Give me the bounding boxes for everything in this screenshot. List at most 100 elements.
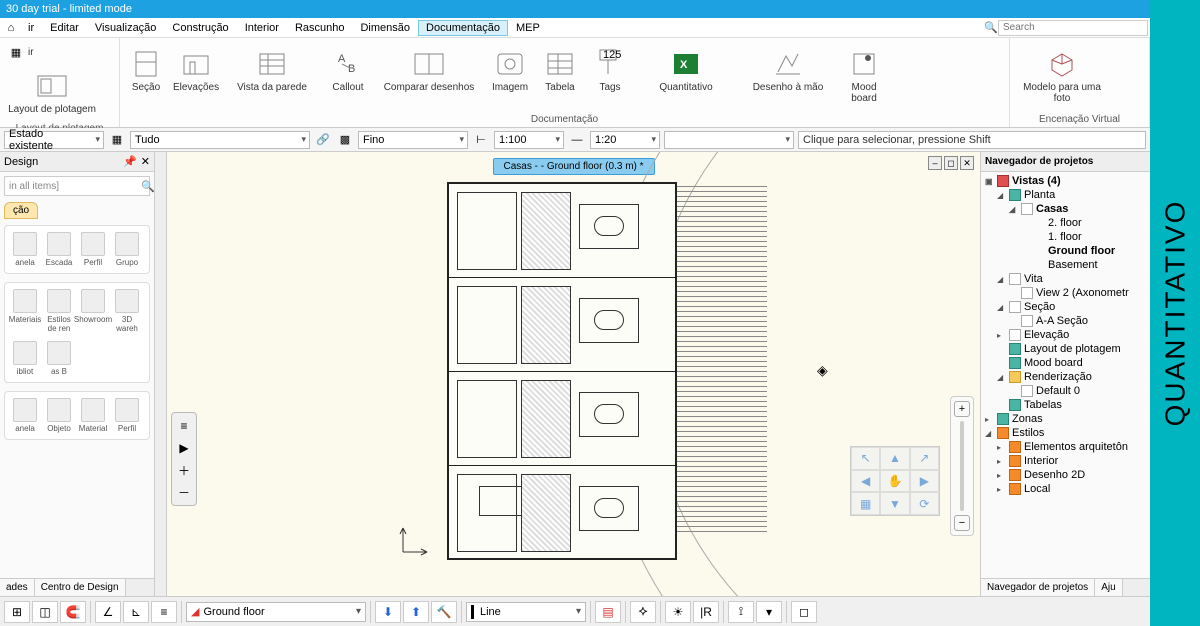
menu-item-construção[interactable]: Construção [164,20,236,36]
pin-icon[interactable]: 📌 [123,155,137,168]
menu-item-editar[interactable]: Editar [42,20,87,36]
svg-text:X: X [680,59,688,71]
scale2-combo[interactable]: 1:20 [590,131,660,149]
r-icon[interactable]: |R [693,601,719,623]
list-icon[interactable]: ≡ [174,415,194,437]
scale1-combo[interactable]: 1:100 [494,131,564,149]
hammer-icon[interactable]: 🔨 [431,601,457,623]
palette-btn[interactable]: ibliot [9,339,41,378]
menu-bar: ⌂ irEditarVisualizaçãoConstruçãoInterior… [0,18,1150,38]
ribbon-btn-layout[interactable]: Layout de plotagem [2,64,102,117]
palette-btn[interactable]: Estilos de ren [43,287,75,335]
ribbon-btn-tabela[interactable]: Tabela [536,42,584,95]
measure-icon[interactable]: ⟟ [728,601,754,623]
tab-centro[interactable]: Centro de Design [35,579,126,596]
menu-item-dimensão[interactable]: Dimensão [352,20,418,36]
search-icon: 🔍 [984,21,998,34]
ribbon-btn-mood[interactable]: Mood board [840,42,888,106]
menu-search-input[interactable] [998,20,1148,36]
search-icon[interactable]: 🔍 [141,180,155,193]
menu-item-interior[interactable]: Interior [237,20,287,36]
line-combo[interactable]: Line [466,602,586,622]
title-text: 30 day trial - limited mode [6,3,132,15]
fino-combo[interactable]: Fino [358,131,468,149]
section-marker[interactable]: ◈ [817,362,828,379]
view-tab[interactable]: Casas - - Ground floor (0.3 m) * [492,158,654,175]
zoom-out-icon[interactable]: － [174,481,194,503]
panel-search-input[interactable] [9,181,141,192]
ribbon-btn-comparar[interactable]: Comparar desenhos [374,42,484,95]
palette-btn[interactable]: anela [9,230,41,269]
menu-item-mep[interactable]: MEP [508,20,548,36]
box-icon[interactable]: ◻ [791,601,817,623]
zoom-slider[interactable]: + − [950,396,974,536]
menu-item-visualização[interactable]: Visualização [87,20,165,36]
title-bar: 30 day trial - limited mode [0,0,1150,18]
panel-search[interactable]: 🔍 [4,176,150,196]
status-bar: ⊞ ◫ 🧲 ∠ ⊾ ≡ ◢Ground floor ⬇ ⬆ 🔨 Line ▤ ⯎… [0,596,1150,626]
canvas[interactable]: Casas - - Ground floor (0.3 m) * – ◻ ✕ ◈… [167,152,980,596]
more-icon[interactable]: ▾ [756,601,782,623]
ribbon-btn-tags[interactable]: 125Tags [586,42,634,95]
palette-btn[interactable]: 3D wareh [111,287,143,335]
ribbon-btn-modelo[interactable]: Modelo para uma foto [1012,42,1112,106]
tab-ades[interactable]: ades [0,579,35,596]
ribbon-btn-ir[interactable]: ▦ir [2,42,40,62]
palette-btn[interactable]: Perfil [111,396,143,435]
floor-combo[interactable]: ◢Ground floor [186,602,366,622]
arrow-down-icon[interactable]: ⬇ [375,601,401,623]
tudo-combo[interactable]: Tudo [130,131,310,149]
app-icon: ⌂ [2,22,20,34]
ribbon-btn-elev[interactable]: Elevações [172,42,220,95]
palette-btn[interactable]: Materiais [9,287,41,335]
palette-btn[interactable]: Material [77,396,109,435]
crop-icon[interactable]: ◫ [32,601,58,623]
palette-btn[interactable]: Grupo [111,230,143,269]
angle-icon[interactable]: ∠ [95,601,121,623]
ribbon-btn-desenho[interactable]: Desenho à mão [738,42,838,95]
ribbon-btn-imagem[interactable]: Imagem [486,42,534,95]
layers-icon[interactable]: ▤ [595,601,621,623]
arrow-up-icon[interactable]: ⬆ [403,601,429,623]
palette-btn[interactable]: Showroom [77,287,109,335]
ribbon-btn-secao[interactable]: Seção [122,42,170,95]
ribbon-btn-callout[interactable]: ABCallout [324,42,372,95]
palette-btn[interactable]: Objeto [43,396,75,435]
floorplan: ◈ [447,182,867,582]
menu-item-ir[interactable]: ir [20,20,42,36]
play-icon[interactable]: ▶ [174,437,194,459]
north-icon[interactable]: ⯎ [630,601,656,623]
list-icon[interactable]: ≡ [151,601,177,623]
hint-bar: Clique para selecionar, pressione Shift [798,131,1146,149]
empty-combo[interactable] [664,131,794,149]
palette-btn[interactable]: Perfil [77,230,109,269]
grid-icon[interactable]: ⊞ [4,601,30,623]
link-icon[interactable]: 🔗 [314,131,332,149]
close-icon[interactable]: ✕ [141,155,150,168]
palette-tab[interactable]: ção [4,202,38,219]
layer-icon[interactable]: ▦ [108,131,126,149]
zoom-in-icon[interactable]: ＋ [174,459,194,481]
svg-text:125: 125 [603,49,621,61]
zoom-in-icon[interactable]: + [954,401,970,417]
nav-widget[interactable]: ↖▲↗ ◀✋▶ ▦▼⟳ [850,446,940,516]
panel-bottom-tabs: ades Centro de Design [0,578,154,596]
hatch-icon[interactable]: ▩ [336,131,354,149]
magnet-icon[interactable]: 🧲 [60,601,86,623]
palette-btn[interactable]: anela [9,396,41,435]
stairs [677,182,767,560]
menu-item-rascunho[interactable]: Rascunho [287,20,353,36]
options-bar: Estado existente ▦ Tudo 🔗 ▩ Fino ⊢ 1:100… [0,128,1150,152]
ribbon-btn-quant[interactable]: XQuantitativo [636,42,736,95]
ribbon-btn-vparede[interactable]: Vista da parede [222,42,322,95]
sun-icon[interactable]: ☀ [665,601,691,623]
palette-btn[interactable]: as B [43,339,75,378]
ortho-icon[interactable]: ⊾ [123,601,149,623]
panel-splitter[interactable] [155,152,167,596]
zoom-out-icon[interactable]: − [954,515,970,531]
estado-combo[interactable]: Estado existente [4,131,104,149]
palette-btn[interactable]: Escada [43,230,75,269]
view-toolbar: ≡ ▶ ＋ － [171,412,197,506]
menu-item-documentação[interactable]: Documentação [418,20,508,36]
svg-text:A: A [338,53,346,65]
